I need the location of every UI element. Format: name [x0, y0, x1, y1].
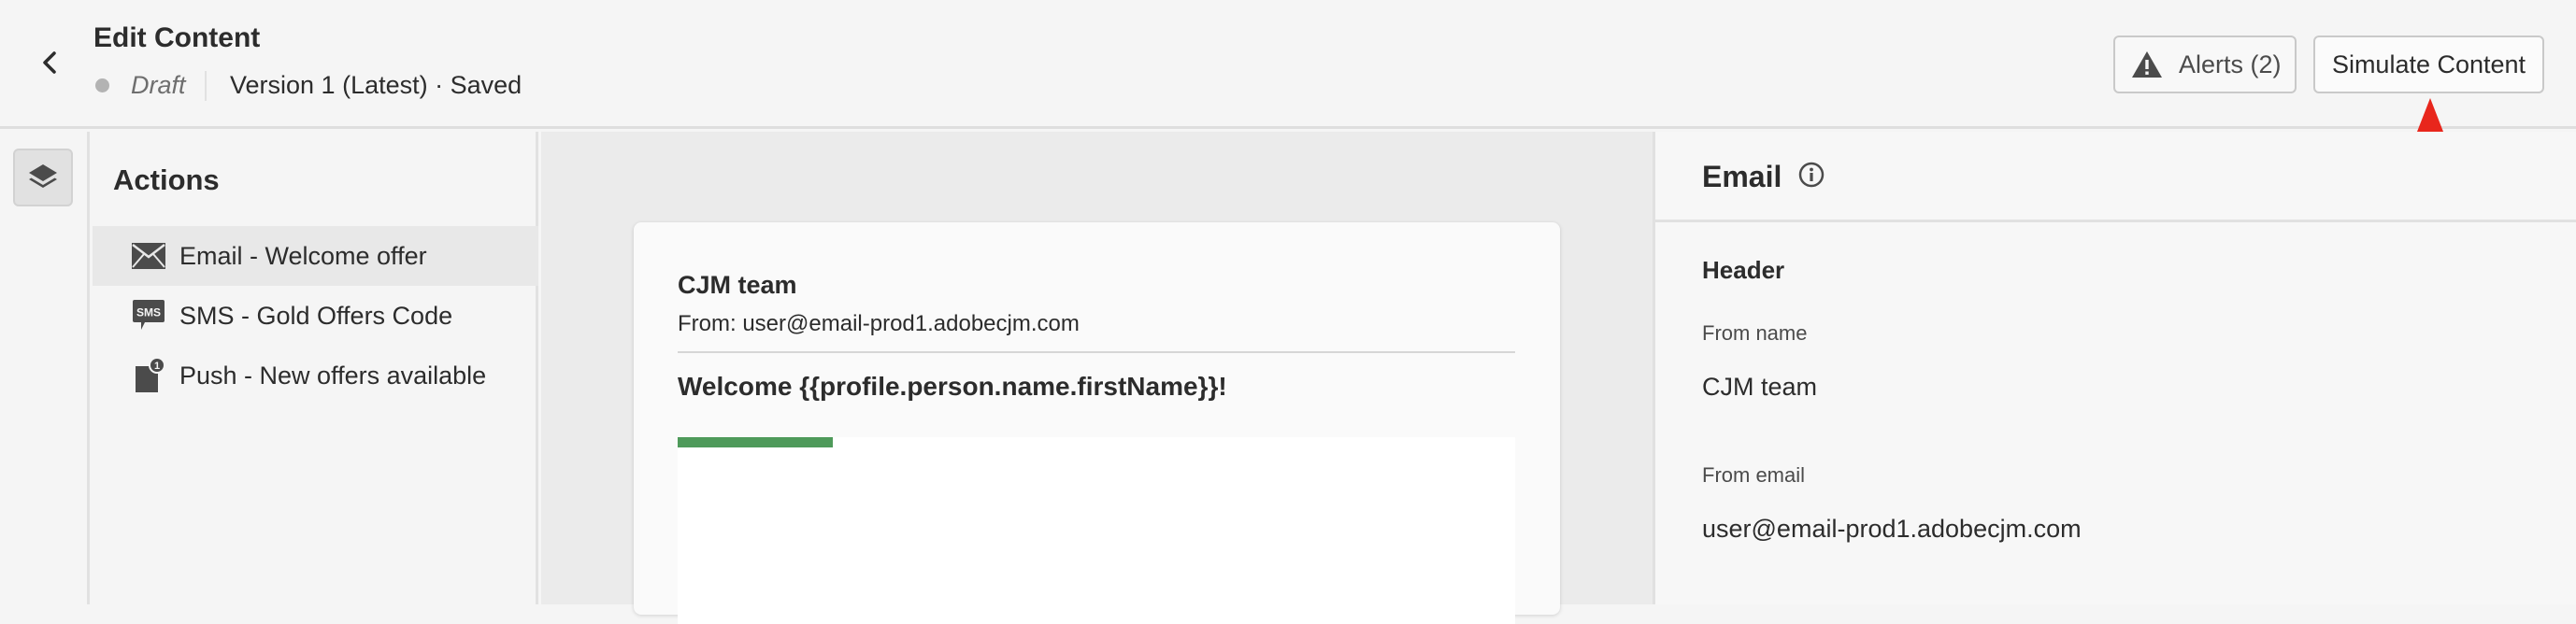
top-header: Edit Content Draft Version 1 (Latest) · …	[0, 0, 2576, 129]
info-icon[interactable]	[1797, 161, 1825, 189]
email-subject: Welcome {{profile.person.name.firstName}…	[678, 372, 1227, 401]
chevron-left-icon	[43, 51, 56, 74]
svg-text:1: 1	[154, 361, 160, 372]
properties-title: Email	[1702, 160, 1782, 193]
alerts-button-label: Alerts (2)	[2179, 50, 2282, 78]
envelope-icon	[130, 237, 167, 275]
back-button[interactable]	[34, 47, 65, 78]
actions-heading: Actions	[113, 163, 220, 196]
email-body[interactable]	[678, 437, 1515, 624]
layers-button[interactable]	[13, 149, 73, 206]
header-section-title: Header	[1702, 256, 1785, 284]
properties-panel: Email Header From name CJM team From ema…	[1653, 132, 2576, 604]
card-divider	[678, 351, 1515, 353]
loading-progress-bar	[678, 437, 833, 447]
email-canvas: CJM team From: user@email-prod1.adobecjm…	[541, 132, 1653, 624]
action-item-label: SMS - Gold Offers Code	[179, 301, 453, 330]
simulate-content-button[interactable]: Simulate Content	[2313, 35, 2544, 93]
alerts-button[interactable]: Alerts (2)	[2113, 35, 2297, 93]
sms-icon: SMS	[130, 297, 167, 334]
svg-text:SMS: SMS	[136, 306, 161, 319]
status-dot	[95, 78, 109, 92]
version-label: Version 1 (Latest) · Saved	[230, 71, 522, 99]
from-email-field[interactable]: user@email-prod1.adobecjm.com	[1702, 515, 2082, 544]
page-title: Edit Content	[93, 22, 261, 53]
actions-panel: Actions Email - Welcome offer SMS SMS - …	[93, 132, 538, 604]
simulate-content-label: Simulate Content	[2331, 50, 2526, 78]
status-divider	[205, 71, 207, 101]
from-email-label: From email	[1702, 463, 1806, 487]
action-item-sms[interactable]: SMS SMS - Gold Offers Code	[93, 286, 538, 346]
action-item-email[interactable]: Email - Welcome offer	[93, 226, 538, 286]
from-name-label: From name	[1702, 321, 1808, 345]
properties-divider	[1655, 220, 2576, 222]
email-preview-card[interactable]: CJM team From: user@email-prod1.adobecjm…	[634, 222, 1560, 624]
from-name-field[interactable]: CJM team	[1702, 373, 1817, 402]
left-rail	[0, 132, 90, 604]
sender-name: CJM team	[678, 271, 797, 299]
action-item-label: Push - New offers available	[179, 361, 487, 390]
layers-icon	[29, 164, 57, 188]
action-item-push[interactable]: 1 Push - New offers available	[93, 346, 538, 405]
warning-icon	[2132, 51, 2162, 78]
action-item-label: Email - Welcome offer	[179, 241, 427, 270]
push-notification-icon: 1	[130, 357, 167, 394]
from-address: From: user@email-prod1.adobecjm.com	[678, 311, 1080, 336]
status-label: Draft	[131, 71, 186, 99]
